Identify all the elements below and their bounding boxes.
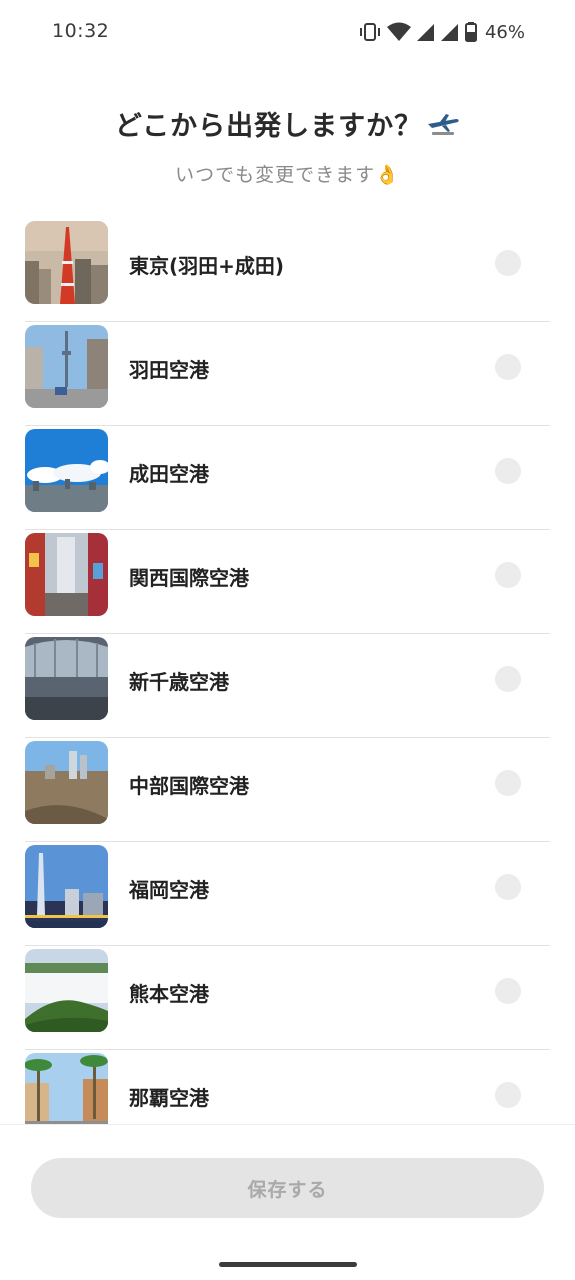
radio-button[interactable] [495,354,521,380]
airport-terminal-photo [25,637,108,720]
page-title-text: どこから出発しますか？ [114,111,423,142]
radio-button[interactable] [495,458,521,484]
palm-street-photo [25,1053,108,1124]
airport-list: 東京(羽田+成田) 羽田空港 成田空港 関西国際空港 新千歳空港 中部国際空港 … [25,218,550,1124]
osaka-street-photo [25,533,108,616]
vibrate-icon [359,22,381,42]
airport-label: 成田空港 [129,462,209,486]
signal-icon [416,22,435,42]
airport-label: 那覇空港 [129,1086,209,1110]
signal-icon [440,22,459,42]
status-time: 10:32 [52,20,110,42]
page-title: どこから出発しますか？ [0,104,575,144]
radio-button[interactable] [495,562,521,588]
list-item-airport[interactable]: 福岡空港 [25,842,550,946]
mountain-clouds-photo [25,949,108,1032]
radio-button[interactable] [495,250,521,276]
sky-city-photo [25,429,108,512]
list-item-airport[interactable]: 那覇空港 [25,1050,550,1124]
radio-button[interactable] [495,978,521,1004]
list-item-airport[interactable]: 中部国際空港 [25,738,550,842]
home-indicator[interactable] [219,1262,357,1267]
airport-label: 中部国際空港 [129,774,249,798]
airport-label: 東京(羽田+成田) [129,254,285,278]
wifi-icon [386,22,411,42]
skytree-street-photo [25,325,108,408]
fukuoka-tower-photo [25,845,108,928]
radio-button[interactable] [495,666,521,692]
bottom-divider [0,1124,575,1125]
nagoya-city-photo [25,741,108,824]
list-item-airport[interactable]: 東京(羽田+成田) [25,218,550,322]
list-item-airport[interactable]: 成田空港 [25,426,550,530]
airport-label: 関西国際空港 [129,566,249,590]
list-item-airport[interactable]: 関西国際空港 [25,530,550,634]
radio-button[interactable] [495,874,521,900]
list-item-airport[interactable]: 羽田空港 [25,322,550,426]
tokyo-tower-photo [25,221,108,304]
status-bar: 10:32 46% [0,0,575,64]
battery-icon [464,22,477,42]
battery-percent: 46% [484,21,525,43]
airport-label: 羽田空港 [129,358,209,382]
status-icons: 46% [359,20,525,44]
list-item-airport[interactable]: 熊本空港 [25,946,550,1050]
airport-label: 新千歳空港 [129,670,229,694]
airplane-icon [426,111,460,144]
page-subtitle: いつでも変更できます👌 [175,164,400,186]
radio-button[interactable] [495,770,521,796]
save-button[interactable]: 保存する [31,1158,544,1218]
airport-label: 福岡空港 [129,878,209,902]
list-item-airport[interactable]: 新千歳空港 [25,634,550,738]
airport-label: 熊本空港 [129,982,209,1006]
radio-button[interactable] [495,1082,521,1108]
